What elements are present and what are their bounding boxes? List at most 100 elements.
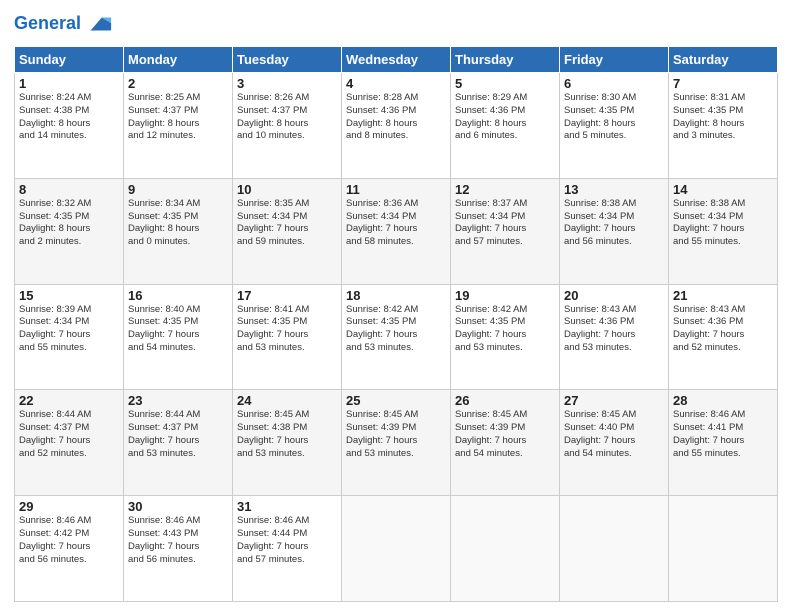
day-info: Sunrise: 8:29 AM Sunset: 4:36 PM Dayligh… [455,92,555,143]
day-number: 3 [237,76,337,91]
calendar-day-cell: 17Sunrise: 8:41 AM Sunset: 4:35 PM Dayli… [233,284,342,390]
day-number: 23 [128,393,228,408]
day-info: Sunrise: 8:31 AM Sunset: 4:35 PM Dayligh… [673,92,773,143]
day-info: Sunrise: 8:44 AM Sunset: 4:37 PM Dayligh… [128,409,228,460]
day-number: 21 [673,288,773,303]
calendar-day-cell: 2Sunrise: 8:25 AM Sunset: 4:37 PM Daylig… [124,73,233,179]
calendar-day-cell: 19Sunrise: 8:42 AM Sunset: 4:35 PM Dayli… [451,284,560,390]
calendar-day-cell: 31Sunrise: 8:46 AM Sunset: 4:44 PM Dayli… [233,496,342,602]
day-number: 6 [564,76,664,91]
day-info: Sunrise: 8:46 AM Sunset: 4:41 PM Dayligh… [673,409,773,460]
day-info: Sunrise: 8:37 AM Sunset: 4:34 PM Dayligh… [455,198,555,249]
day-number: 29 [19,499,119,514]
day-number: 9 [128,182,228,197]
calendar-day-cell: 8Sunrise: 8:32 AM Sunset: 4:35 PM Daylig… [15,178,124,284]
weekday-header-saturday: Saturday [669,47,778,73]
calendar-day-cell: 29Sunrise: 8:46 AM Sunset: 4:42 PM Dayli… [15,496,124,602]
day-info: Sunrise: 8:45 AM Sunset: 4:40 PM Dayligh… [564,409,664,460]
calendar-day-cell: 10Sunrise: 8:35 AM Sunset: 4:34 PM Dayli… [233,178,342,284]
day-info: Sunrise: 8:28 AM Sunset: 4:36 PM Dayligh… [346,92,446,143]
day-info: Sunrise: 8:45 AM Sunset: 4:39 PM Dayligh… [346,409,446,460]
calendar-day-cell: 26Sunrise: 8:45 AM Sunset: 4:39 PM Dayli… [451,390,560,496]
calendar-week-row: 15Sunrise: 8:39 AM Sunset: 4:34 PM Dayli… [15,284,778,390]
calendar-day-cell: 30Sunrise: 8:46 AM Sunset: 4:43 PM Dayli… [124,496,233,602]
calendar-day-cell: 28Sunrise: 8:46 AM Sunset: 4:41 PM Dayli… [669,390,778,496]
calendar-week-row: 22Sunrise: 8:44 AM Sunset: 4:37 PM Dayli… [15,390,778,496]
day-info: Sunrise: 8:36 AM Sunset: 4:34 PM Dayligh… [346,198,446,249]
calendar-day-cell: 15Sunrise: 8:39 AM Sunset: 4:34 PM Dayli… [15,284,124,390]
day-number: 7 [673,76,773,91]
day-info: Sunrise: 8:45 AM Sunset: 4:38 PM Dayligh… [237,409,337,460]
calendar-week-row: 8Sunrise: 8:32 AM Sunset: 4:35 PM Daylig… [15,178,778,284]
day-info: Sunrise: 8:43 AM Sunset: 4:36 PM Dayligh… [564,304,664,355]
page: General SundayMondayTuesdayWednesdayThur… [0,0,792,612]
day-number: 24 [237,393,337,408]
day-info: Sunrise: 8:43 AM Sunset: 4:36 PM Dayligh… [673,304,773,355]
calendar-day-cell: 21Sunrise: 8:43 AM Sunset: 4:36 PM Dayli… [669,284,778,390]
calendar-day-cell: 4Sunrise: 8:28 AM Sunset: 4:36 PM Daylig… [342,73,451,179]
calendar-body: 1Sunrise: 8:24 AM Sunset: 4:38 PM Daylig… [15,73,778,602]
logo-text: General [14,14,81,34]
day-number: 12 [455,182,555,197]
day-info: Sunrise: 8:32 AM Sunset: 4:35 PM Dayligh… [19,198,119,249]
calendar-week-row: 1Sunrise: 8:24 AM Sunset: 4:38 PM Daylig… [15,73,778,179]
calendar-day-cell: 1Sunrise: 8:24 AM Sunset: 4:38 PM Daylig… [15,73,124,179]
day-number: 15 [19,288,119,303]
calendar-table: SundayMondayTuesdayWednesdayThursdayFrid… [14,46,778,602]
weekday-header-friday: Friday [560,47,669,73]
day-number: 26 [455,393,555,408]
day-info: Sunrise: 8:30 AM Sunset: 4:35 PM Dayligh… [564,92,664,143]
weekday-header-sunday: Sunday [15,47,124,73]
calendar-day-cell: 11Sunrise: 8:36 AM Sunset: 4:34 PM Dayli… [342,178,451,284]
day-number: 25 [346,393,446,408]
day-info: Sunrise: 8:38 AM Sunset: 4:34 PM Dayligh… [673,198,773,249]
day-info: Sunrise: 8:44 AM Sunset: 4:37 PM Dayligh… [19,409,119,460]
weekday-header-tuesday: Tuesday [233,47,342,73]
day-info: Sunrise: 8:38 AM Sunset: 4:34 PM Dayligh… [564,198,664,249]
day-number: 22 [19,393,119,408]
calendar-empty-cell [669,496,778,602]
day-info: Sunrise: 8:34 AM Sunset: 4:35 PM Dayligh… [128,198,228,249]
logo: General [14,10,113,38]
calendar-day-cell: 3Sunrise: 8:26 AM Sunset: 4:37 PM Daylig… [233,73,342,179]
day-number: 11 [346,182,446,197]
weekday-header-monday: Monday [124,47,233,73]
day-info: Sunrise: 8:46 AM Sunset: 4:42 PM Dayligh… [19,515,119,566]
day-number: 10 [237,182,337,197]
day-number: 8 [19,182,119,197]
day-number: 20 [564,288,664,303]
calendar-day-cell: 27Sunrise: 8:45 AM Sunset: 4:40 PM Dayli… [560,390,669,496]
day-number: 31 [237,499,337,514]
day-number: 28 [673,393,773,408]
day-info: Sunrise: 8:39 AM Sunset: 4:34 PM Dayligh… [19,304,119,355]
day-info: Sunrise: 8:25 AM Sunset: 4:37 PM Dayligh… [128,92,228,143]
calendar-empty-cell [560,496,669,602]
day-info: Sunrise: 8:40 AM Sunset: 4:35 PM Dayligh… [128,304,228,355]
calendar-day-cell: 12Sunrise: 8:37 AM Sunset: 4:34 PM Dayli… [451,178,560,284]
day-number: 2 [128,76,228,91]
weekday-header-thursday: Thursday [451,47,560,73]
day-info: Sunrise: 8:42 AM Sunset: 4:35 PM Dayligh… [346,304,446,355]
calendar-day-cell: 23Sunrise: 8:44 AM Sunset: 4:37 PM Dayli… [124,390,233,496]
calendar-empty-cell [451,496,560,602]
calendar-empty-cell [342,496,451,602]
day-number: 1 [19,76,119,91]
calendar-day-cell: 6Sunrise: 8:30 AM Sunset: 4:35 PM Daylig… [560,73,669,179]
weekday-header-wednesday: Wednesday [342,47,451,73]
day-info: Sunrise: 8:46 AM Sunset: 4:44 PM Dayligh… [237,515,337,566]
logo-icon [85,10,113,38]
calendar-day-cell: 5Sunrise: 8:29 AM Sunset: 4:36 PM Daylig… [451,73,560,179]
calendar-week-row: 29Sunrise: 8:46 AM Sunset: 4:42 PM Dayli… [15,496,778,602]
calendar-day-cell: 16Sunrise: 8:40 AM Sunset: 4:35 PM Dayli… [124,284,233,390]
logo-general: General [14,13,81,33]
day-info: Sunrise: 8:24 AM Sunset: 4:38 PM Dayligh… [19,92,119,143]
calendar-day-cell: 25Sunrise: 8:45 AM Sunset: 4:39 PM Dayli… [342,390,451,496]
calendar-day-cell: 9Sunrise: 8:34 AM Sunset: 4:35 PM Daylig… [124,178,233,284]
calendar-day-cell: 22Sunrise: 8:44 AM Sunset: 4:37 PM Dayli… [15,390,124,496]
day-info: Sunrise: 8:42 AM Sunset: 4:35 PM Dayligh… [455,304,555,355]
calendar-day-cell: 14Sunrise: 8:38 AM Sunset: 4:34 PM Dayli… [669,178,778,284]
calendar-day-cell: 24Sunrise: 8:45 AM Sunset: 4:38 PM Dayli… [233,390,342,496]
header: General [14,10,778,38]
calendar-header-row: SundayMondayTuesdayWednesdayThursdayFrid… [15,47,778,73]
day-number: 17 [237,288,337,303]
